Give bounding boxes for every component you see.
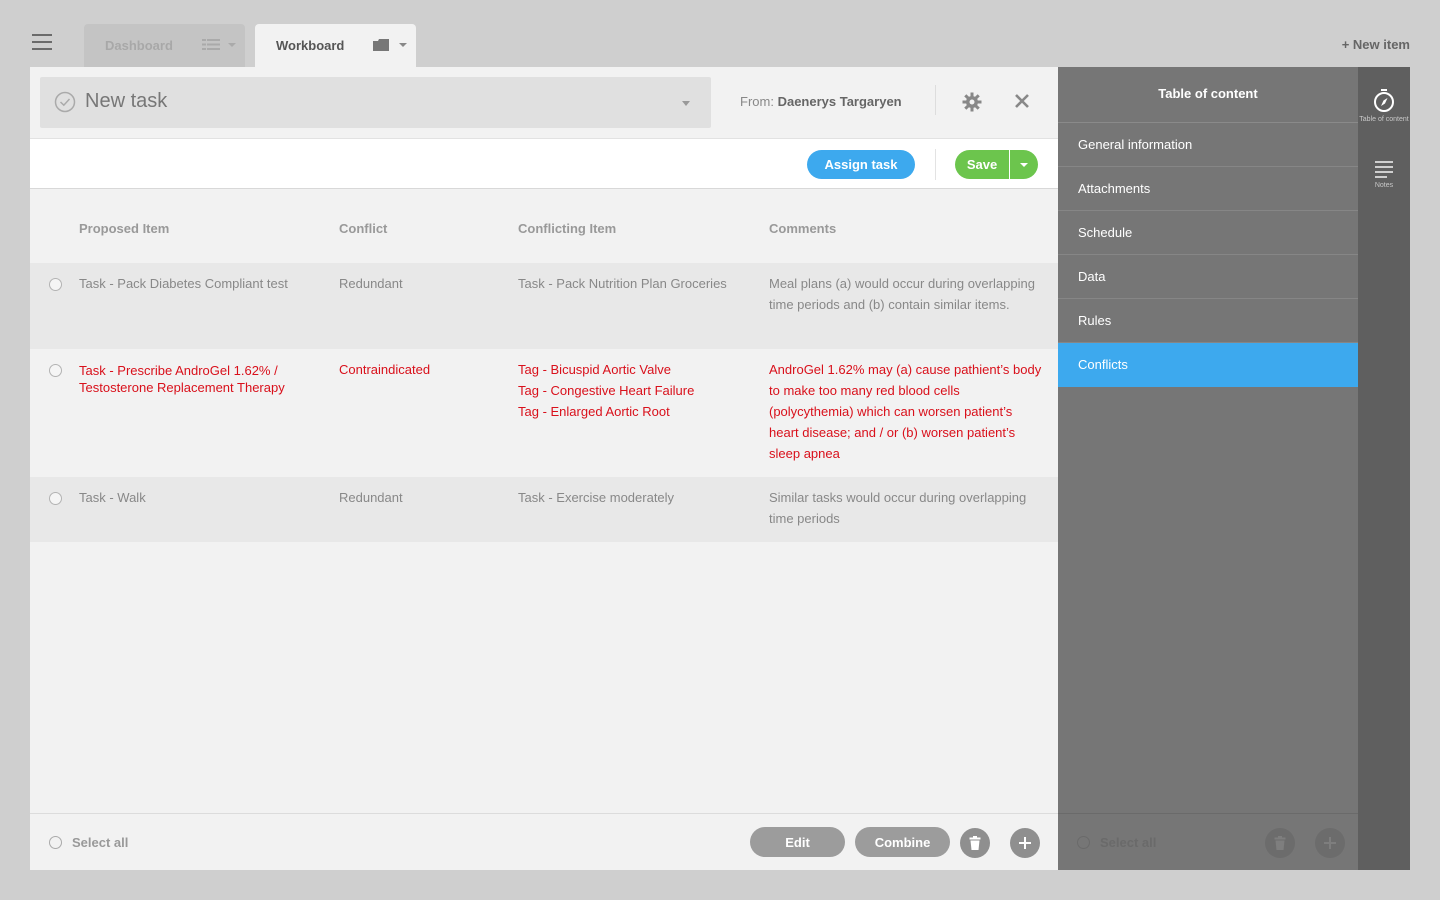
select-all-radio bbox=[1077, 836, 1090, 849]
comments: AndroGel 1.62% may (a) cause pathient’s … bbox=[769, 362, 1042, 461]
conflicting-item: Tag - Congestive Heart Failure bbox=[518, 383, 695, 398]
rail-item-notes[interactable]: Notes bbox=[1358, 161, 1410, 189]
chevron-down-icon[interactable] bbox=[682, 101, 690, 106]
conflicting-item: Tag - Enlarged Aortic Root bbox=[518, 404, 670, 419]
save-button[interactable]: Save bbox=[955, 150, 1009, 179]
toc-item-conflicts[interactable]: Conflicts bbox=[1058, 343, 1358, 387]
task-title-field[interactable]: New task bbox=[40, 77, 711, 128]
conflict-type: Redundant bbox=[339, 276, 403, 291]
conflicting-item: Task - Pack Nutrition Plan Groceries bbox=[518, 276, 727, 291]
task-panel: New task From: Daenerys Targaryen Assign… bbox=[30, 67, 1058, 870]
add-button[interactable] bbox=[1010, 828, 1040, 858]
select-all-radio[interactable] bbox=[49, 836, 62, 849]
task-from: From: Daenerys Targaryen bbox=[740, 94, 902, 109]
select-all-label: Select all bbox=[1100, 835, 1157, 850]
conflicting-item: Tag - Bicuspid Aortic Valve bbox=[518, 362, 671, 377]
delete-button[interactable] bbox=[960, 828, 990, 858]
plus-icon bbox=[1324, 837, 1336, 849]
notes-icon bbox=[1375, 161, 1393, 178]
folder-icon bbox=[373, 39, 389, 51]
toc-item-rules[interactable]: Rules bbox=[1058, 299, 1358, 343]
tab-workboard-label: Workboard bbox=[276, 38, 345, 53]
toc-item-data[interactable]: Data bbox=[1058, 255, 1358, 299]
column-header-proposed: Proposed Item bbox=[79, 221, 170, 236]
close-icon[interactable] bbox=[1014, 93, 1030, 109]
new-item-button[interactable]: + New item bbox=[1342, 37, 1410, 52]
divider bbox=[935, 85, 936, 115]
select-all-label[interactable]: Select all bbox=[72, 835, 128, 850]
row-select-radio[interactable] bbox=[49, 278, 62, 291]
delete-button bbox=[1265, 828, 1295, 858]
gear-icon[interactable] bbox=[962, 92, 982, 112]
trash-icon bbox=[1274, 836, 1286, 850]
from-name: Daenerys Targaryen bbox=[777, 94, 902, 109]
rail-item-label: Table of content bbox=[1359, 116, 1409, 123]
tab-dashboard-label: Dashboard bbox=[105, 38, 173, 53]
assign-task-button[interactable]: Assign task bbox=[807, 150, 915, 179]
add-button bbox=[1315, 828, 1345, 858]
combine-button[interactable]: Combine bbox=[855, 827, 950, 857]
conflicting-item: Task - Exercise moderately bbox=[518, 490, 675, 505]
compass-icon bbox=[1374, 89, 1394, 112]
column-header-conflicting: Conflicting Item bbox=[518, 221, 617, 236]
row-select-radio[interactable] bbox=[49, 492, 62, 505]
list-icon bbox=[202, 39, 220, 50]
side-rail: Table of content Notes bbox=[1358, 67, 1410, 870]
toc-item-schedule[interactable]: Schedule bbox=[1058, 211, 1358, 255]
comments: Meal plans (a) would occur during overla… bbox=[769, 276, 1035, 312]
table-footer: Select all Edit Combine bbox=[30, 813, 1058, 870]
plus-icon bbox=[1019, 837, 1031, 849]
toc-item-attachments[interactable]: Attachments bbox=[1058, 167, 1358, 211]
check-circle-icon[interactable] bbox=[54, 91, 76, 113]
toc-footer: Select all bbox=[1058, 813, 1358, 870]
conflicting-item-list: Tag - Bicuspid Aortic Valve Tag - Conges… bbox=[518, 359, 753, 422]
from-label: From: bbox=[740, 94, 774, 109]
table-of-content-panel: Table of content General information Att… bbox=[1058, 67, 1358, 870]
task-title: New task bbox=[85, 90, 168, 112]
trash-icon bbox=[969, 836, 981, 850]
table-row[interactable]: Task - Walk Redundant Task - Exercise mo… bbox=[30, 477, 1058, 542]
conflict-type: Redundant bbox=[339, 490, 403, 505]
task-toolbar: Assign task Save bbox=[30, 138, 1058, 189]
row-select-radio[interactable] bbox=[49, 364, 62, 377]
proposed-item: Task - Pack Diabetes Compliant test bbox=[79, 276, 288, 291]
save-options-button[interactable] bbox=[1010, 150, 1038, 179]
column-header-comments: Comments bbox=[769, 221, 837, 236]
column-header-conflict: Conflict bbox=[339, 221, 388, 236]
chevron-down-icon[interactable] bbox=[399, 43, 407, 47]
proposed-item: Task - Walk bbox=[79, 490, 146, 505]
tab-workboard[interactable]: Workboard bbox=[255, 24, 416, 67]
toc-item-general-information[interactable]: General information bbox=[1058, 123, 1358, 167]
table-row[interactable]: Task - Pack Diabetes Compliant test Redu… bbox=[30, 263, 1058, 349]
conflict-type: Contraindicated bbox=[339, 362, 431, 377]
rail-item-table-of-content[interactable]: Table of content bbox=[1358, 89, 1410, 123]
tab-dashboard[interactable]: Dashboard bbox=[84, 24, 245, 67]
menu-icon[interactable] bbox=[32, 34, 52, 50]
toc-title: Table of content bbox=[1058, 67, 1358, 123]
proposed-item: Task - Prescribe AndroGel 1.62% / Testos… bbox=[79, 363, 285, 395]
edit-button[interactable]: Edit bbox=[750, 827, 845, 857]
comments: Similar tasks would occur during overlap… bbox=[769, 490, 1027, 526]
rail-item-label: Notes bbox=[1374, 182, 1394, 189]
table-row[interactable]: Task - Prescribe AndroGel 1.62% / Testos… bbox=[30, 349, 1058, 477]
divider bbox=[935, 149, 936, 180]
chevron-down-icon[interactable] bbox=[228, 43, 236, 47]
